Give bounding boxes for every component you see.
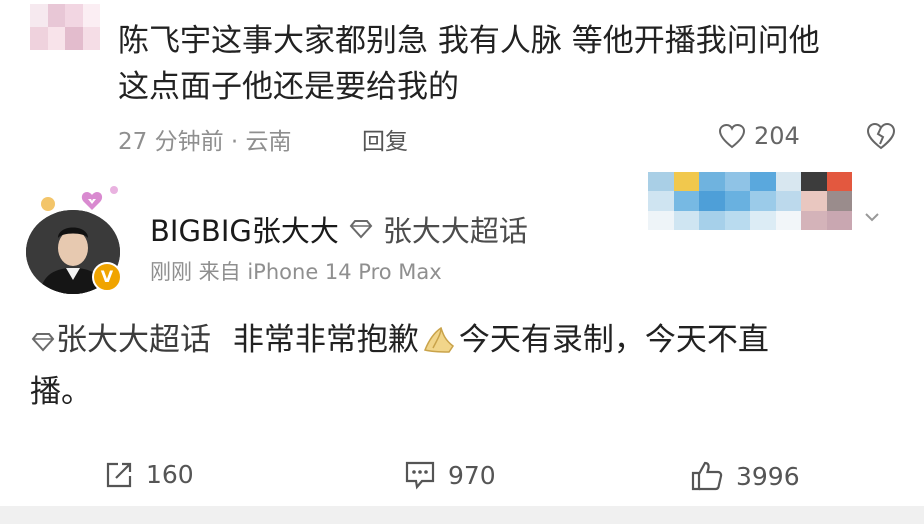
username[interactable]: BIGBIG张大大 bbox=[150, 208, 339, 250]
diamond-topic-icon bbox=[31, 333, 55, 352]
censored-mosaic bbox=[648, 172, 852, 230]
comment-like-count: 204 bbox=[754, 122, 800, 150]
thumbs-up-icon bbox=[691, 461, 723, 491]
comment-line-1: 陈飞宇这事大家都别急 我有人脉 等他开播我问问他 bbox=[118, 23, 820, 59]
repost-button[interactable]: 160 bbox=[104, 460, 194, 489]
repost-icon bbox=[106, 462, 132, 487]
comment-button[interactable]: 970 bbox=[404, 460, 496, 490]
body-text-part3: 播。 bbox=[30, 374, 92, 410]
body-text-part2: 今天有录制，今天不直 bbox=[458, 322, 769, 358]
comment-line-2: 这点面子他还是要给我的 bbox=[118, 69, 459, 105]
super-topic-link[interactable]: 张大大超话 bbox=[383, 208, 528, 250]
like-count: 3996 bbox=[736, 461, 800, 491]
post-body: 张大大超话 非常非常抱歉 今天有录制，今天不直 播。 bbox=[30, 314, 890, 418]
comment-like-button[interactable]: 204 bbox=[718, 122, 800, 150]
diamond-topic-icon bbox=[349, 220, 373, 239]
comment-count: 970 bbox=[448, 460, 496, 490]
censored-avatar-mosaic bbox=[30, 4, 100, 50]
pray-hands-icon bbox=[423, 326, 454, 353]
action-bar: 160 970 3996 bbox=[0, 460, 924, 500]
comment-text: 陈飞宇这事大家都别急 我有人脉 等他开播我问问他 这点面子他还是要给我的 bbox=[118, 18, 898, 110]
comment-icon bbox=[405, 461, 435, 490]
like-button[interactable]: 3996 bbox=[690, 460, 800, 492]
repost-count: 160 bbox=[146, 460, 194, 489]
post-time-source: 刚刚 来自 iPhone 14 Pro Max bbox=[150, 260, 442, 284]
chevron-down-icon[interactable] bbox=[862, 210, 882, 224]
reply-button[interactable]: 回复 bbox=[362, 122, 408, 156]
body-topic: 张大大超话 bbox=[56, 322, 211, 358]
comment-time-location: 27 分钟前 · 云南 bbox=[118, 129, 292, 155]
heart-icon bbox=[718, 123, 746, 149]
body-text-part1: 非常非常抱歉 bbox=[232, 322, 419, 358]
post-author-row: BIGBIG张大大 张大大超话 bbox=[150, 208, 528, 250]
bottom-divider bbox=[0, 506, 924, 524]
verified-v-icon: V bbox=[92, 262, 122, 292]
topic-link[interactable]: 张大大超话 bbox=[30, 322, 221, 358]
broken-heart-icon[interactable] bbox=[866, 122, 896, 150]
